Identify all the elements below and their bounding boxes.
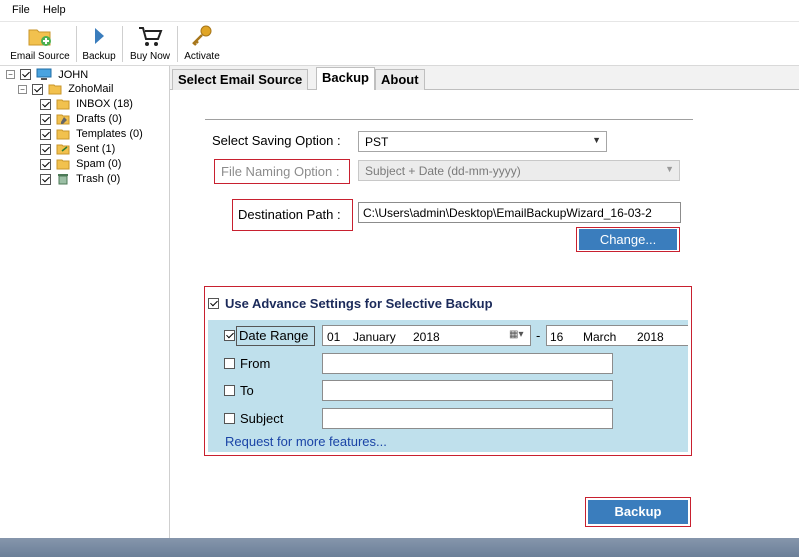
tree-root-checkbox[interactable] (20, 69, 32, 80)
menu-help[interactable]: Help (43, 4, 66, 16)
calendar-dropdown-icon[interactable]: ▦▾ (509, 329, 523, 340)
mail-folder-icon (48, 84, 62, 95)
chevron-down-icon: ▼ (592, 135, 601, 145)
email-source-button[interactable]: Email Source (8, 24, 72, 64)
date-range-checkbox[interactable] (224, 330, 235, 341)
tree-folder-templates[interactable]: Templates (0) (40, 128, 143, 143)
tree-folder-spam[interactable]: Spam (0) (40, 158, 121, 173)
folder-checkbox[interactable] (40, 113, 51, 125)
play-icon (95, 28, 104, 44)
folder-checkbox[interactable] (40, 173, 51, 185)
tab-select-email-source[interactable]: Select Email Source (172, 69, 309, 90)
tree-account[interactable]: − ZohoMail (18, 83, 113, 98)
date-from-day: 01 (327, 330, 341, 344)
file-naming-select[interactable]: Subject + Date (dd-mm-yyyy) ▼ (358, 160, 680, 181)
toolbar: Email Source Backup Buy Now Activate (0, 22, 799, 66)
to-label: To (240, 383, 254, 398)
saving-option-value: PST (365, 135, 389, 149)
tab-about[interactable]: About (375, 69, 425, 90)
date-to-year: 2018 (637, 330, 664, 344)
file-naming-label: File Naming Option : (221, 164, 340, 179)
file-naming-value: Subject + Date (dd-mm-yyyy) (365, 164, 521, 178)
folder-label: INBOX (18) (76, 98, 133, 111)
date-to-month: March (583, 330, 617, 344)
tab-bar: Select Email Source Backup About (170, 66, 799, 91)
computer-icon (36, 68, 52, 80)
date-range-dash: - (536, 328, 541, 343)
tree-folder-sent[interactable]: Sent (1) (40, 143, 115, 158)
folder-checkbox[interactable] (40, 143, 51, 155)
folder-label: Sent (1) (76, 143, 116, 156)
folder-tree: − JOHN − ZohoMail INBOX (18) Drafts (0) (0, 66, 170, 538)
cart-icon (139, 27, 163, 46)
destination-path-input[interactable]: C:\Users\admin\Desktop\EmailBackupWizard… (358, 202, 681, 223)
destination-label: Destination Path : (238, 207, 341, 222)
date-from-year: 2018 (413, 330, 440, 344)
backup-toolbar-button[interactable]: Backup (80, 24, 118, 64)
tree-account-label: ZohoMail (68, 83, 114, 96)
tab-backup[interactable]: Backup (316, 67, 375, 91)
tree-folder-drafts[interactable]: Drafts (0) (40, 113, 122, 128)
tree-account-checkbox[interactable] (32, 83, 44, 95)
menu-bar: File Help (0, 0, 799, 22)
date-from-month: January (353, 330, 396, 344)
from-input[interactable] (322, 353, 613, 374)
toolbar-separator (177, 26, 178, 62)
folder-label: Trash (0) (76, 173, 121, 186)
drafts-icon (56, 114, 70, 125)
toolbar-separator (76, 26, 77, 62)
collapse-icon[interactable]: − (6, 70, 15, 79)
to-checkbox[interactable] (224, 385, 235, 396)
key-icon (192, 25, 212, 46)
backup-button[interactable]: Backup (588, 500, 688, 524)
subject-label: Subject (240, 411, 284, 426)
tree-root-label: JOHN (58, 68, 89, 81)
date-to-day: 16 (550, 330, 564, 344)
activate-button[interactable]: Activate (181, 24, 223, 64)
tree-root[interactable]: − JOHN (6, 68, 88, 83)
folder-icon (56, 159, 70, 170)
tree-folder-trash[interactable]: Trash (0) (40, 173, 120, 188)
collapse-icon[interactable]: − (18, 84, 27, 94)
subject-checkbox[interactable] (224, 413, 235, 424)
buy-now-button[interactable]: Buy Now (126, 24, 174, 64)
advanced-settings-checkbox[interactable] (208, 298, 219, 309)
folder-checkbox[interactable] (40, 158, 51, 170)
divider (205, 119, 693, 120)
folder-checkbox[interactable] (40, 98, 51, 110)
date-to-picker[interactable]: 16 March 2018 (546, 325, 688, 346)
folder-icon (56, 129, 70, 140)
date-from-picker[interactable]: 01 January 2018 ▦▾ (322, 325, 531, 346)
folder-label: Drafts (0) (76, 113, 122, 126)
chevron-down-icon: ▼ (665, 164, 674, 174)
folder-label: Templates (0) (76, 128, 143, 141)
menu-file[interactable]: File (12, 4, 30, 16)
date-range-label: Date Range (239, 328, 309, 343)
subject-input[interactable] (322, 408, 613, 429)
trash-icon (58, 174, 69, 185)
folder-label: Spam (0) (76, 158, 122, 171)
saving-option-select[interactable]: PST ▼ (358, 131, 607, 152)
saving-option-label: Select Saving Option : (212, 133, 341, 148)
sent-icon (56, 144, 70, 155)
from-label: From (240, 356, 271, 371)
inbox-icon (56, 99, 70, 110)
to-input[interactable] (322, 380, 613, 401)
request-features-link[interactable]: Request for more features... (225, 434, 387, 449)
change-button[interactable]: Change... (579, 229, 677, 250)
status-bar (0, 538, 799, 557)
folder-checkbox[interactable] (40, 128, 51, 140)
email-source-icon (28, 29, 51, 46)
tree-folder-inbox[interactable]: INBOX (18) (40, 98, 133, 113)
from-checkbox[interactable] (224, 358, 235, 369)
toolbar-separator (122, 26, 123, 62)
advanced-settings-title: Use Advance Settings for Selective Backu… (225, 296, 493, 311)
